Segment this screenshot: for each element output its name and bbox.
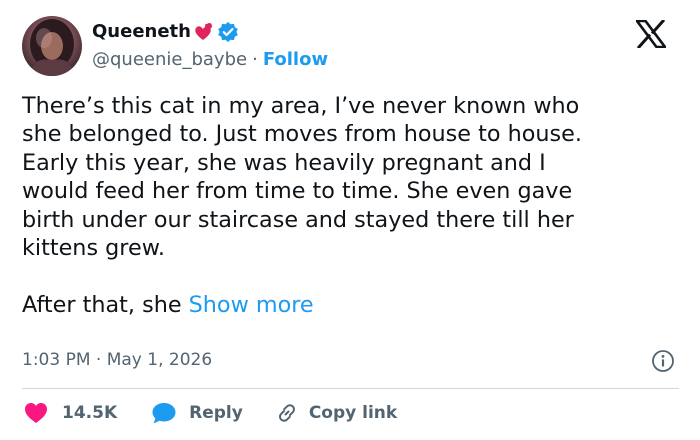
author-name-row: Queeneth xyxy=(92,20,239,44)
tweet-text-line: kittens grew. xyxy=(22,235,165,262)
heart-icon xyxy=(25,403,47,423)
reply-bubble-icon xyxy=(152,403,176,424)
reply-label: Reply xyxy=(189,403,243,423)
verified-badge-icon xyxy=(217,21,239,43)
tweet-text-line: would feed her from time to time. She ev… xyxy=(22,178,573,205)
copy-link-button[interactable]: Copy link xyxy=(275,401,397,425)
follow-button[interactable]: Follow xyxy=(263,48,328,72)
heart-on-fire-emoji xyxy=(192,21,214,43)
handle-separator: · xyxy=(252,49,258,70)
tweet-text-line: birth under our staircase and stayed the… xyxy=(22,206,574,233)
avatar-photo xyxy=(30,19,74,76)
author-handle-row: @queenie_baybe · Follow xyxy=(92,48,328,72)
tweet-text-truncated: After that, she xyxy=(22,291,189,318)
copy-link-label: Copy link xyxy=(308,403,398,423)
avatar[interactable] xyxy=(22,16,82,76)
author-handle[interactable]: @queenie_baybe xyxy=(92,48,247,72)
timestamp[interactable]: 1:03 PM · May 1, 2026 xyxy=(22,348,212,372)
action-bar: 14.5K Reply Copy link xyxy=(22,400,397,426)
x-logo-icon[interactable] xyxy=(634,18,668,50)
reply-button[interactable]: Reply xyxy=(151,401,243,425)
link-icon xyxy=(278,404,295,422)
like-button[interactable]: 14.5K xyxy=(24,402,117,424)
like-count: 14.5K xyxy=(62,403,118,423)
tweet-text: There’s this cat in my area, I’ve never … xyxy=(22,92,682,319)
tweet-text-last-line: After that, she Show more xyxy=(22,291,682,319)
divider xyxy=(22,388,679,389)
display-name[interactable]: Queeneth xyxy=(92,20,191,44)
tweet-text-line: she belonged to. Just moves from house t… xyxy=(22,121,582,148)
tweet-text-line: Early this year, she was heavily pregnan… xyxy=(22,149,546,176)
info-icon[interactable] xyxy=(651,349,675,373)
tweet-text-line: There’s this cat in my area, I’ve never … xyxy=(22,93,580,119)
show-more-link[interactable]: Show more xyxy=(189,292,314,318)
